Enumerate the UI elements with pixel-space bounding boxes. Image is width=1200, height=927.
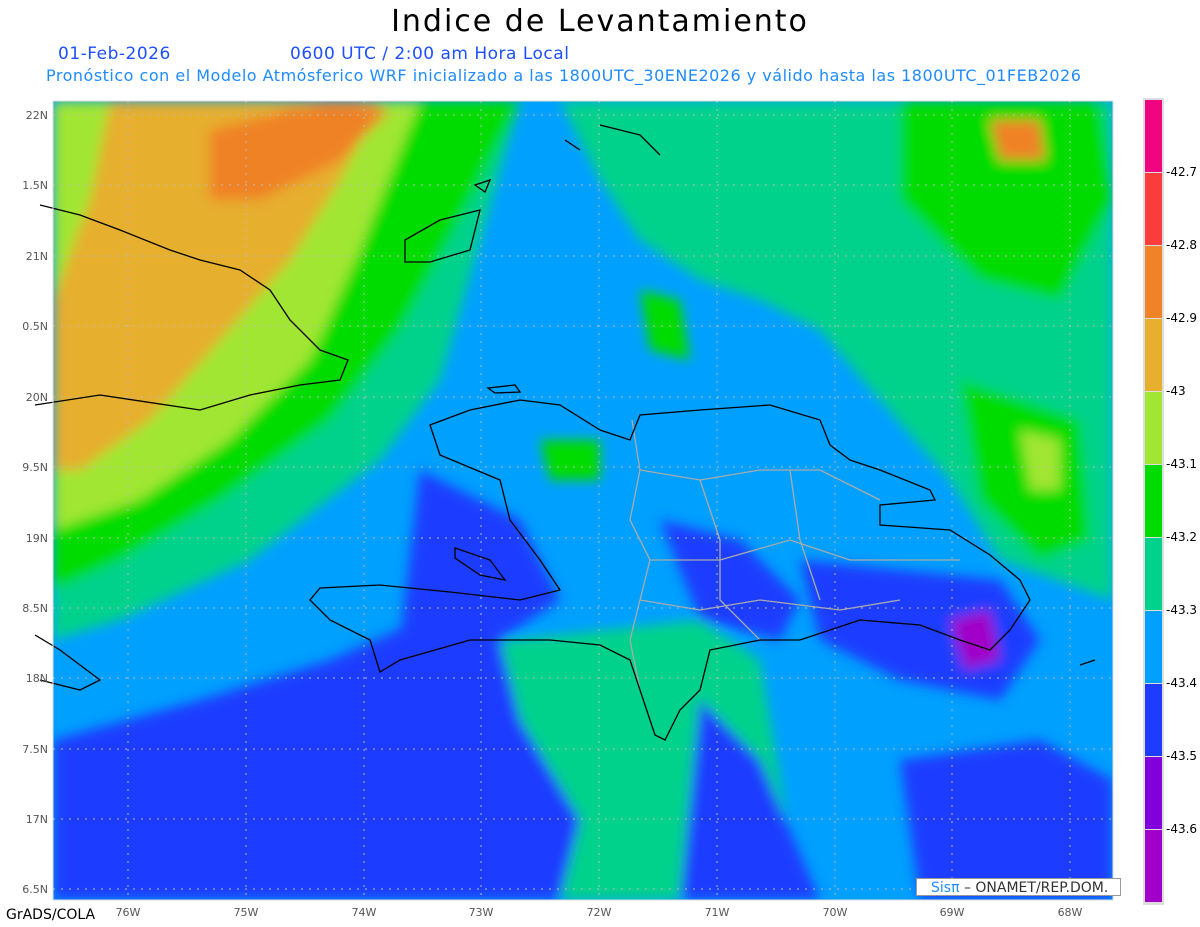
grads-footer: GrADS/COLA [6, 907, 96, 923]
colorbar-swatch [1145, 246, 1162, 318]
svg-text:73W: 73W [469, 906, 494, 919]
svg-text:-43.5: -43.5 [1166, 749, 1197, 763]
lat-labels: 22N 1.5N 21N 0.5N 20N 9.5N 19N 8.5N 18N … [22, 109, 48, 896]
svg-text:-43.6: -43.6 [1166, 822, 1197, 836]
credit-text: – ONAMET/REP.DOM. [959, 880, 1109, 896]
svg-text:70W: 70W [823, 906, 848, 919]
svg-text:19N: 19N [26, 532, 48, 545]
svg-text:-43.2: -43.2 [1166, 530, 1197, 544]
svg-text:-43.1: -43.1 [1166, 457, 1197, 471]
field-layer [53, 101, 1113, 900]
colorbar-swatch [1145, 465, 1162, 537]
svg-text:7.5N: 7.5N [22, 743, 48, 756]
colorbar-swatch [1145, 100, 1162, 172]
svg-text:0.5N: 0.5N [22, 320, 48, 333]
svg-text:72W: 72W [587, 906, 612, 919]
svg-text:-42.8: -42.8 [1166, 238, 1197, 252]
svg-text:68W: 68W [1058, 906, 1083, 919]
colorbar-swatch [1145, 611, 1162, 683]
svg-text:18N: 18N [26, 672, 48, 685]
svg-text:71W: 71W [705, 906, 730, 919]
colorbar-swatch [1145, 830, 1162, 902]
svg-text:8.5N: 8.5N [22, 602, 48, 615]
svg-text:6.5N: 6.5N [22, 883, 48, 896]
svg-text:-43.4: -43.4 [1166, 676, 1197, 690]
svg-text:9.5N: 9.5N [22, 461, 48, 474]
svg-text:-42.7: -42.7 [1166, 165, 1197, 179]
credit-box: Sisπ – ONAMET/REP.DOM. [916, 878, 1121, 896]
svg-text:76W: 76W [116, 906, 141, 919]
colorbar-swatch [1145, 392, 1162, 464]
svg-text:22N: 22N [26, 109, 48, 122]
lifted-index-map: 22N 1.5N 21N 0.5N 20N 9.5N 19N 8.5N 18N … [22, 98, 1197, 919]
colorbar-swatch [1145, 538, 1162, 610]
colorbar [1143, 98, 1164, 905]
svg-text:74W: 74W [352, 906, 377, 919]
colorbar-labels: -42.7 -42.8 -42.9 -43 -43.1 -43.2 -43.3 … [1166, 165, 1197, 836]
colorbar-swatch [1145, 684, 1162, 756]
colorbar-swatch [1145, 757, 1162, 829]
svg-text:21N: 21N [26, 250, 48, 263]
sispi-logo: Sisπ [931, 880, 960, 896]
svg-text:75W: 75W [234, 906, 259, 919]
svg-text:69W: 69W [940, 906, 965, 919]
svg-text:17N: 17N [26, 813, 48, 826]
lon-labels: 76W 75W 74W 73W 72W 71W 70W 69W 68W [116, 906, 1083, 919]
colorbar-swatch [1145, 173, 1162, 245]
svg-text:-42.9: -42.9 [1166, 311, 1197, 325]
svg-text:-43.3: -43.3 [1166, 603, 1197, 617]
svg-text:20N: 20N [26, 391, 48, 404]
svg-text:1.5N: 1.5N [22, 179, 48, 192]
svg-text:-43: -43 [1166, 384, 1186, 398]
colorbar-swatch [1145, 319, 1162, 391]
